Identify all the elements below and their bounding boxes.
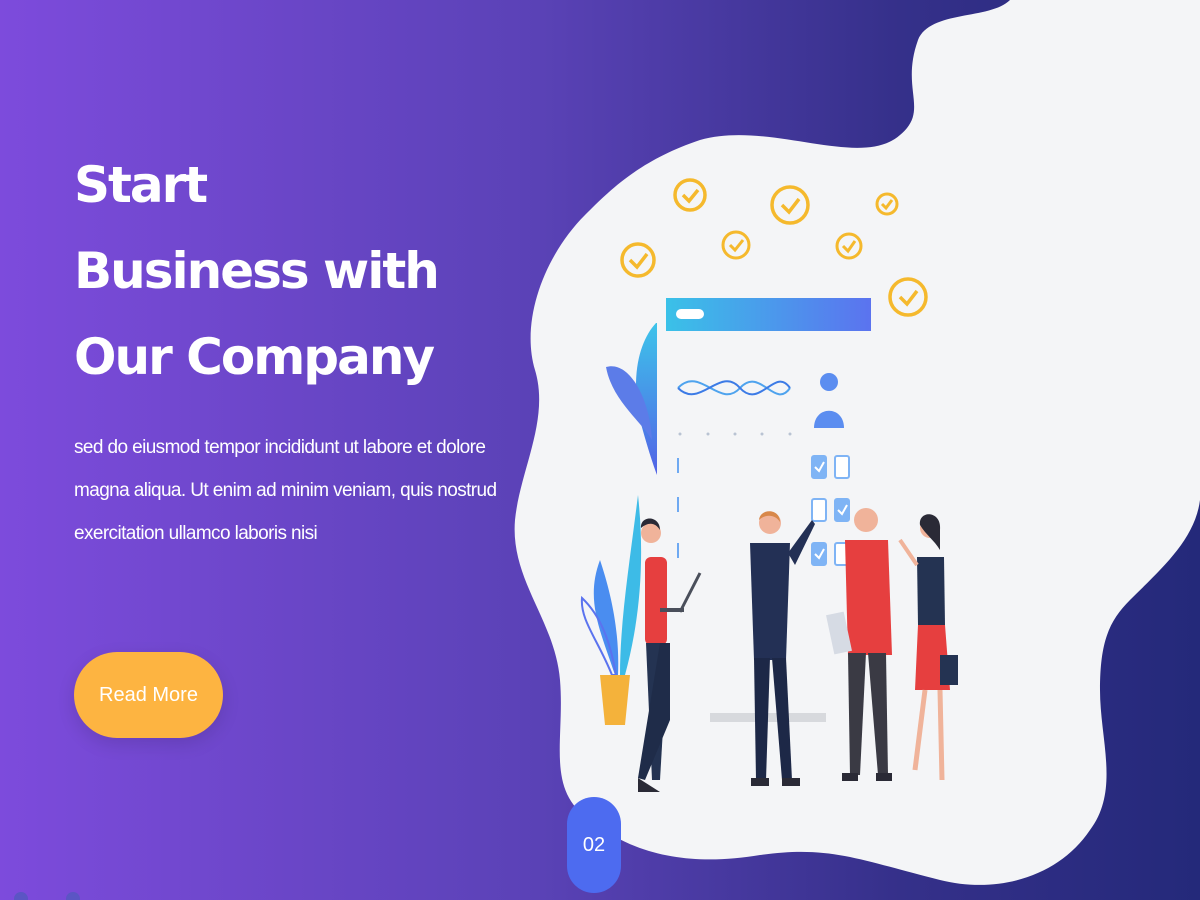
- checkmark-circle-icon: [770, 185, 810, 225]
- slide-indicator[interactable]: 02: [567, 797, 621, 893]
- checkmark-circle-icon: [888, 277, 928, 317]
- leaf-decoration: [606, 323, 657, 475]
- checkmark-circle-icon: [620, 242, 656, 278]
- slider-dot[interactable]: [66, 892, 80, 900]
- person-man-suit: [750, 511, 815, 786]
- hero-illustration: [580, 178, 958, 792]
- checkmark-circle-icon: [721, 230, 751, 260]
- people-team: [638, 508, 958, 792]
- checkmark-circle-icon: [835, 232, 863, 260]
- plant-pot: [580, 495, 642, 725]
- checkmark-circle-icon: [673, 178, 707, 212]
- checkmark-circle-icon: [875, 192, 899, 216]
- person-woman-laptop: [638, 518, 702, 792]
- hero-section: Start Business with Our Company sed do e…: [0, 0, 1200, 900]
- slider-dot[interactable]: [14, 892, 28, 900]
- person-woman-skirt: [898, 514, 958, 781]
